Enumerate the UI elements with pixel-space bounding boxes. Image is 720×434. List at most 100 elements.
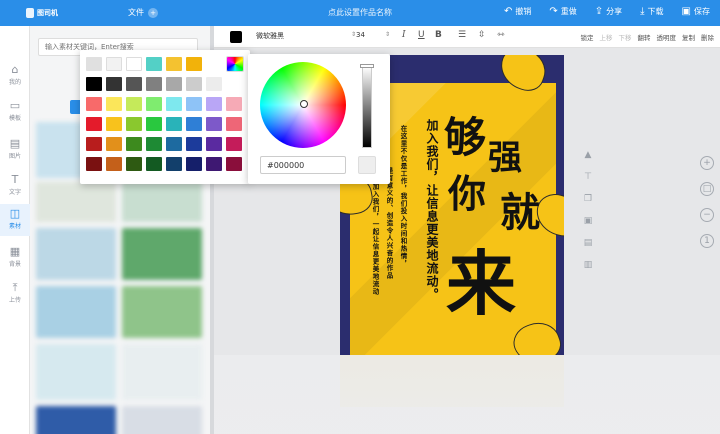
italic-button[interactable]: I [402, 30, 406, 40]
color-swatch[interactable] [226, 157, 242, 171]
file-menu-add-icon[interactable]: + [148, 7, 158, 18]
poster-big-char[interactable]: 你 [448, 175, 486, 213]
rail-item-text[interactable]: T 文字 [0, 170, 30, 202]
underline-button[interactable]: U [418, 30, 425, 40]
color-swatch[interactable] [166, 97, 182, 111]
color-swatch[interactable] [86, 157, 102, 171]
color-swatch[interactable] [86, 57, 102, 71]
thumbnail[interactable] [36, 286, 116, 338]
delete-button[interactable]: 删除 [701, 32, 714, 42]
flip-button[interactable]: 翻转 [638, 32, 651, 42]
thumbnail[interactable] [36, 182, 116, 222]
thumbnail[interactable] [36, 228, 116, 280]
share-button[interactable]: ⇪ 分享 [595, 6, 622, 17]
lock-button[interactable]: 锁定 [581, 32, 594, 42]
thumbnail[interactable] [122, 406, 202, 434]
color-swatch[interactable] [146, 57, 162, 71]
color-swatch[interactable] [226, 117, 242, 131]
thumbnail[interactable] [122, 228, 202, 280]
color-swatch[interactable] [106, 137, 122, 151]
color-swatch[interactable] [186, 137, 202, 151]
zoom-in-icon[interactable]: + [700, 156, 714, 170]
color-swatch[interactable] [86, 77, 102, 91]
color-swatch[interactable] [186, 157, 202, 171]
lock-icon[interactable]: ▤ [584, 238, 593, 248]
color-swatch[interactable] [166, 157, 182, 171]
thumbnail[interactable] [122, 286, 202, 338]
color-swatch[interactable] [206, 117, 222, 131]
rail-item-template[interactable]: ▭ 模板 [0, 96, 30, 128]
thumbnail[interactable] [122, 344, 202, 400]
line-spacing-icon[interactable]: ⇳ [478, 30, 486, 40]
file-menu[interactable]: 文件 + [128, 7, 158, 18]
color-swatch[interactable] [206, 77, 222, 91]
color-swatch[interactable] [186, 117, 202, 131]
font-family-select[interactable]: 微软雅黑 ⇕ [256, 31, 356, 43]
color-swatch[interactable] [126, 57, 142, 71]
color-swatch[interactable] [146, 77, 162, 91]
zoom-reset-icon[interactable]: 1 [700, 234, 714, 248]
color-wheel-handle[interactable] [300, 100, 308, 108]
color-swatch[interactable] [206, 97, 222, 111]
color-swatch[interactable] [186, 57, 202, 71]
rail-item-image[interactable]: ▤ 图片 [0, 134, 30, 166]
color-swatch[interactable] [186, 77, 202, 91]
color-wheel-icon[interactable] [226, 56, 244, 72]
trash-icon[interactable]: ▥ [584, 260, 593, 270]
color-swatch[interactable] [86, 117, 102, 131]
color-swatch[interactable] [126, 77, 142, 91]
move-up-button[interactable]: 上移 [600, 32, 613, 42]
zoom-fit-icon[interactable]: □ [700, 182, 714, 196]
text-color-swatch[interactable] [230, 31, 242, 43]
poster-big-char[interactable]: 来 [446, 249, 516, 319]
rail-item-background[interactable]: ▦ 背景 [0, 242, 30, 274]
color-swatch[interactable] [146, 97, 162, 111]
color-swatch[interactable] [166, 137, 182, 151]
color-swatch[interactable] [146, 137, 162, 151]
app-logo[interactable]: 图司机 [26, 5, 60, 21]
rail-item-upload[interactable]: ⤒ 上传 [0, 278, 30, 310]
color-swatch[interactable] [166, 117, 182, 131]
color-swatch[interactable] [126, 117, 142, 131]
brightness-slider[interactable] [362, 66, 372, 148]
move-down-button[interactable]: 下移 [619, 32, 632, 42]
brightness-slider-handle[interactable] [360, 64, 374, 68]
thumbnail[interactable] [122, 182, 202, 222]
zoom-out-icon[interactable]: − [700, 208, 714, 222]
poster-big-char[interactable]: 够 [444, 117, 486, 159]
color-swatch[interactable] [106, 57, 122, 71]
copy-button[interactable]: 复制 [682, 32, 695, 42]
rail-item-mine[interactable]: ⌂ 我的 [0, 60, 30, 92]
opacity-button[interactable]: 透明度 [657, 32, 677, 42]
poster-main-line[interactable]: 加入我们，让信息更美地流动。 [424, 119, 441, 349]
color-swatch[interactable] [226, 137, 242, 151]
undo-button[interactable]: ↶ 撤销 [504, 6, 531, 17]
color-swatch[interactable] [106, 117, 122, 131]
save-button[interactable]: ▣ 保存 [682, 6, 710, 17]
letter-spacing-icon[interactable]: ⇿ [497, 30, 505, 40]
color-swatch[interactable] [126, 157, 142, 171]
layer-icon[interactable]: ⊤ [584, 172, 592, 182]
download-button[interactable]: ⤓ 下载 [640, 6, 663, 17]
align-left-icon[interactable]: ☰ [458, 30, 466, 40]
color-swatch[interactable] [106, 157, 122, 171]
color-swatch[interactable] [86, 97, 102, 111]
poster-body-line[interactable]: 是有意义的、创造令人兴奋的作品 [384, 167, 394, 307]
copy-icon[interactable]: ❐ [584, 194, 592, 204]
color-swatch[interactable] [166, 77, 182, 91]
group-icon[interactable]: ▣ [584, 216, 593, 226]
poster-body-line[interactable]: 加入我们，一起让信息更美地流动 [370, 183, 380, 333]
color-swatch[interactable] [126, 137, 142, 151]
color-swatch[interactable] [206, 137, 222, 151]
poster-body-line[interactable]: 在这里不仅是工作，我们投入时间和热情， [398, 125, 408, 325]
color-swatch[interactable] [106, 77, 122, 91]
color-swatch[interactable] [226, 97, 242, 111]
color-swatch[interactable] [186, 97, 202, 111]
color-swatch[interactable] [86, 137, 102, 151]
color-swatch[interactable] [146, 117, 162, 131]
thumbnail[interactable] [36, 406, 116, 434]
layer-up-icon[interactable]: ▲ [585, 150, 592, 160]
color-swatch[interactable] [106, 97, 122, 111]
poster-big-char[interactable]: 就 [500, 193, 540, 233]
thumbnail[interactable] [36, 344, 116, 400]
